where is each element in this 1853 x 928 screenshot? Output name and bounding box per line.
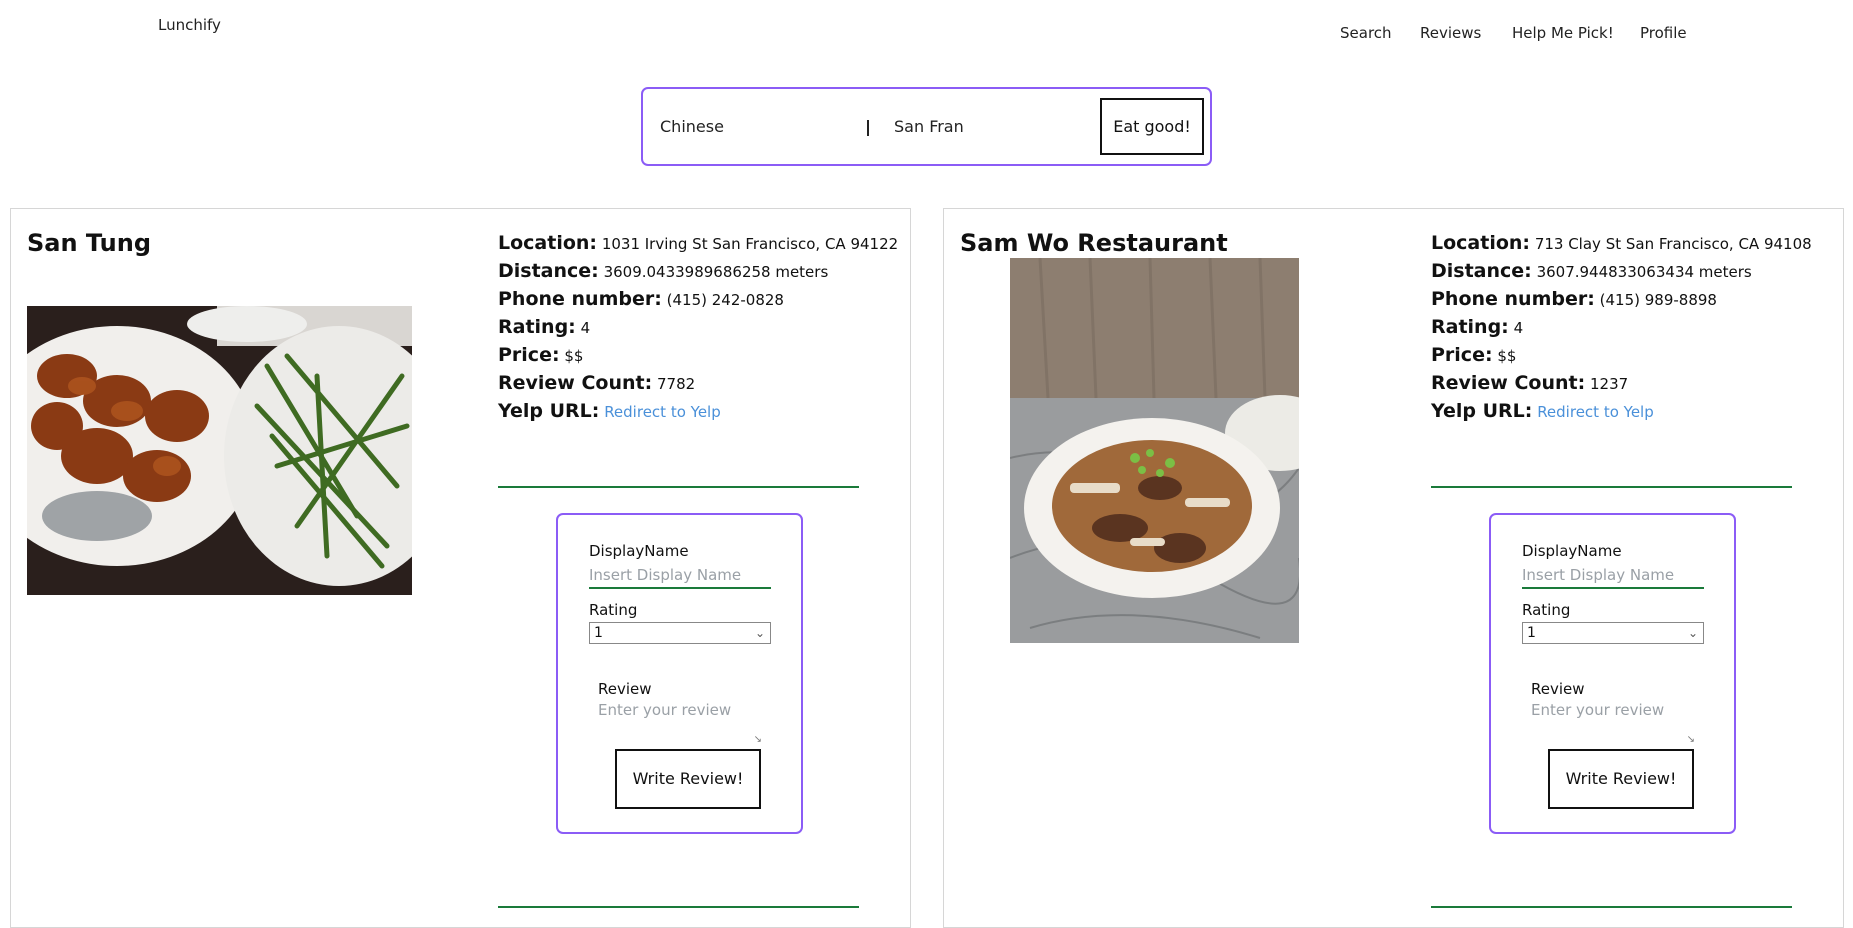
restaurant-info: Location: 713 Clay St San Francisco, CA … (1431, 229, 1812, 425)
yelp-url-label: Yelp URL: (1431, 400, 1533, 422)
section-divider (498, 906, 859, 908)
restaurant-info: Location: 1031 Irving St San Francisco, … (498, 229, 898, 425)
phone-label: Phone number: (1431, 288, 1595, 310)
resize-handle-icon[interactable]: ↘ (1687, 734, 1695, 745)
review-placeholder: Enter your review (598, 701, 732, 719)
chevron-down-icon: ⌄ (754, 626, 765, 640)
chevron-down-icon: ⌄ (1687, 626, 1698, 640)
rating-select[interactable]: 1 ⌄ (589, 622, 771, 644)
display-name-label: DisplayName (1522, 542, 1622, 560)
location-search-input[interactable]: San Fran (894, 89, 1084, 164)
display-name-label: DisplayName (589, 542, 689, 560)
location-value: 713 Clay St San Francisco, CA 94108 (1534, 235, 1812, 253)
rating-select[interactable]: 1 ⌄ (1522, 622, 1704, 644)
distance-value: 3607.944833063434 meters (1536, 263, 1752, 281)
price-label: Price: (1431, 344, 1493, 366)
display-name-input[interactable]: Insert Display Name (1522, 565, 1704, 589)
review-textarea[interactable]: Enter your review ↘ (1531, 701, 1695, 745)
distance-label: Distance: (1431, 260, 1532, 282)
nav-search[interactable]: Search (1340, 24, 1392, 42)
price-value: $$ (1497, 347, 1517, 365)
write-review-button[interactable]: Write Review! (615, 749, 761, 809)
rating-field-label: Rating (589, 601, 638, 619)
restaurant-card: San Tung Location: 1031 Irving St San Fr… (10, 208, 911, 928)
price-label: Price: (498, 344, 560, 366)
distance-label: Distance: (498, 260, 599, 282)
review-count-value: 7782 (656, 375, 696, 393)
section-divider (1431, 906, 1792, 908)
location-value: 1031 Irving St San Francisco, CA 94122 (601, 235, 899, 253)
phone-value: (415) 242-0828 (666, 291, 784, 309)
nav-help-me-pick[interactable]: Help Me Pick! (1512, 24, 1614, 42)
restaurant-photo (1010, 258, 1299, 643)
rating-select-value: 1 (1527, 625, 1536, 641)
review-count-label: Review Count: (1431, 372, 1586, 394)
review-form: DisplayName Insert Display Name Rating 1… (1489, 513, 1736, 834)
rating-value: 4 (580, 319, 591, 337)
rating-field-label: Rating (1522, 601, 1571, 619)
review-field-label: Review (598, 680, 652, 698)
rating-select-value: 1 (594, 625, 603, 641)
search-bar: Chinese San Fran Eat good! (641, 87, 1212, 166)
rating-label: Rating: (498, 316, 576, 338)
nav-profile[interactable]: Profile (1640, 24, 1687, 42)
eat-good-button[interactable]: Eat good! (1100, 98, 1204, 155)
location-label: Location: (1431, 232, 1531, 254)
nav-reviews[interactable]: Reviews (1420, 24, 1481, 42)
rating-label: Rating: (1431, 316, 1509, 338)
write-review-button[interactable]: Write Review! (1548, 749, 1694, 809)
restaurant-name: Sam Wo Restaurant (960, 229, 1228, 257)
distance-value: 3609.0433989686258 meters (603, 263, 829, 281)
restaurant-card: Sam Wo Restaurant Location: 713 Clay St … (943, 208, 1844, 928)
section-divider (1431, 486, 1792, 488)
phone-value: (415) 989-8898 (1599, 291, 1717, 309)
rating-value: 4 (1513, 319, 1524, 337)
yelp-url-label: Yelp URL: (498, 400, 600, 422)
yelp-link[interactable]: Redirect to Yelp (1537, 403, 1654, 421)
review-count-value: 1237 (1589, 375, 1629, 393)
resize-handle-icon[interactable]: ↘ (754, 734, 762, 745)
cuisine-search-input[interactable]: Chinese (660, 89, 850, 164)
review-textarea[interactable]: Enter your review ↘ (598, 701, 762, 745)
section-divider (498, 486, 859, 488)
display-name-input[interactable]: Insert Display Name (589, 565, 771, 589)
price-value: $$ (564, 347, 584, 365)
restaurant-photo (27, 306, 412, 595)
review-count-label: Review Count: (498, 372, 653, 394)
restaurant-name: San Tung (27, 229, 152, 257)
app-logo[interactable]: Lunchify (158, 16, 221, 34)
search-divider (867, 120, 869, 136)
review-form: DisplayName Insert Display Name Rating 1… (556, 513, 803, 834)
phone-label: Phone number: (498, 288, 662, 310)
review-field-label: Review (1531, 680, 1585, 698)
yelp-link[interactable]: Redirect to Yelp (604, 403, 721, 421)
review-placeholder: Enter your review (1531, 701, 1665, 719)
location-label: Location: (498, 232, 598, 254)
